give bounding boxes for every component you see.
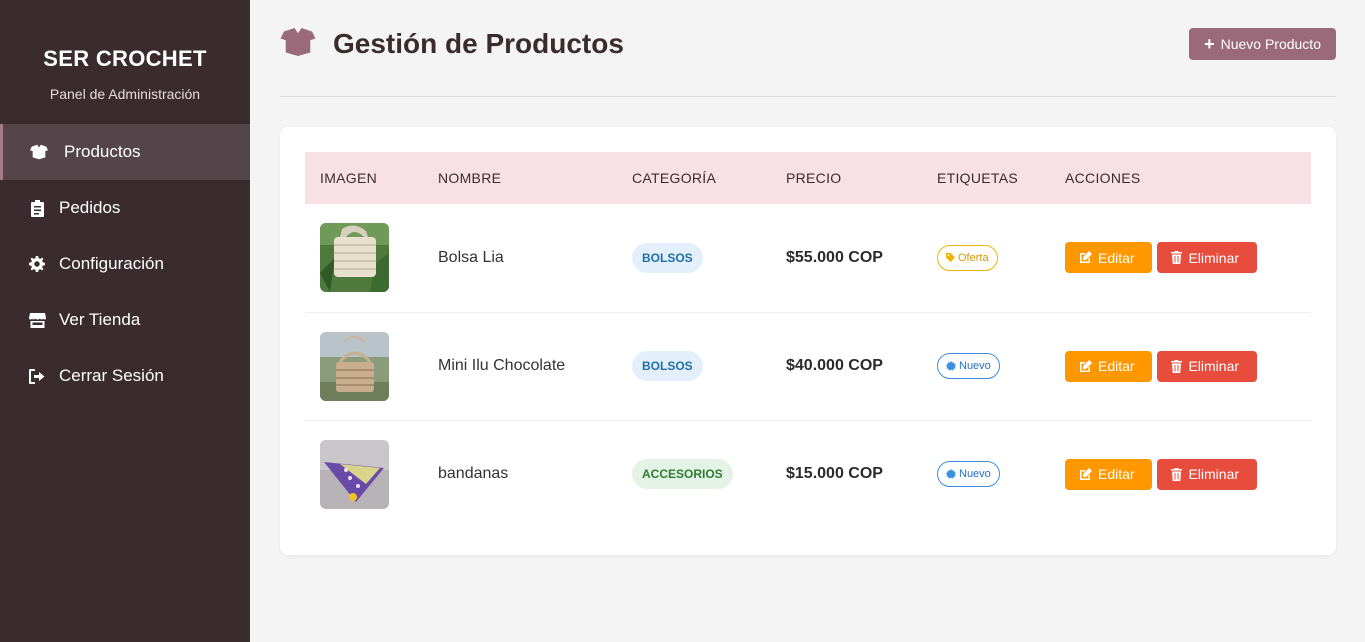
sidebar-item-label: Pedidos (59, 198, 121, 217)
image-cell (305, 420, 423, 528)
product-price: $40.000 COP (786, 357, 883, 374)
table-row: bandanas ACCESORIOS $15.000 COP Nuevo Ed… (305, 420, 1311, 528)
brand-subtitle: Panel de Administración (49, 86, 201, 102)
image-cell (305, 312, 423, 420)
table-row: Bolsa Lia BOLSOS $55.000 COP Oferta Edit… (305, 204, 1311, 312)
tag-icon (946, 253, 955, 263)
page-title-wrap: Gestión de Productos (280, 27, 624, 61)
sidebar-item-productos[interactable]: Productos (0, 124, 250, 180)
sidebar-item-label: Productos (64, 142, 141, 161)
sidebar-item-label: Ver Tienda (59, 310, 141, 329)
image-cell (305, 204, 423, 312)
edit-icon (1080, 359, 1092, 372)
product-name: Mini Ilu Chocolate (438, 357, 566, 374)
sidebar-item-configuracion[interactable]: Configuración (0, 236, 250, 292)
category-cell: ACCESORIOS (617, 420, 771, 528)
brand-title: SER CROCHET (43, 46, 207, 71)
category-cell: BOLSOS (617, 312, 771, 420)
table-row: Mini Ilu Chocolate BOLSOS $40.000 COP Nu… (305, 312, 1311, 420)
edit-button[interactable]: Editar (1065, 350, 1152, 382)
page-title: Gestión de Productos (333, 28, 624, 59)
delete-label: Eliminar (1188, 249, 1240, 266)
plus-icon: + (1204, 34, 1215, 54)
delete-button[interactable]: Eliminar (1157, 242, 1258, 274)
sign-out-icon (28, 367, 46, 385)
store-icon (28, 311, 46, 329)
product-price: $55.000 COP (786, 248, 883, 266)
trash-icon (1171, 467, 1183, 481)
tag-badge: Oferta (937, 244, 998, 271)
delete-label: Eliminar (1188, 358, 1240, 374)
tag-label: Oferta (958, 251, 989, 264)
actions-cell: Editar Eliminar (1050, 204, 1311, 312)
main-content: Gestión de Productos + Nuevo Producto IM… (280, 0, 1336, 555)
gear-icon (28, 255, 46, 273)
column-header: NOMBRE (438, 170, 502, 186)
product-image (320, 223, 389, 293)
tag-label: Nuevo (959, 360, 991, 372)
delete-label: Eliminar (1188, 466, 1240, 483)
tags-cell: Oferta (922, 204, 1050, 312)
product-name: bandanas (438, 465, 509, 483)
column-header: ETIQUETAS (937, 170, 1019, 186)
page-header: Gestión de Productos + Nuevo Producto (280, 0, 1336, 97)
edit-label: Editar (1098, 358, 1135, 374)
category-badge: BOLSOS (632, 351, 703, 381)
certificate-icon (946, 361, 956, 371)
sidebar-item-label: Configuración (59, 254, 164, 273)
tags-cell: Nuevo (922, 420, 1050, 528)
column-header: ACCIONES (1065, 170, 1141, 186)
sidebar-item-label: Cerrar Sesión (59, 366, 164, 385)
tag-badge: Nuevo (937, 461, 1000, 488)
new-product-button[interactable]: + Nuevo Producto (1189, 28, 1336, 60)
edit-button[interactable]: Editar (1065, 242, 1152, 274)
delete-button[interactable]: Eliminar (1157, 350, 1258, 382)
column-header: IMAGEN (320, 170, 378, 186)
category-cell: BOLSOS (617, 204, 771, 312)
products-card: IMAGEN NOMBRE CATEGORÍA PRECIO ETIQUETAS… (280, 127, 1336, 555)
brand: SER CROCHET Panel de Administración (0, 0, 250, 102)
actions-cell: Editar Eliminar (1050, 312, 1311, 420)
edit-icon (1080, 467, 1092, 480)
product-image (320, 439, 389, 509)
tag-badge: Nuevo (937, 353, 1000, 379)
edit-label: Editar (1098, 249, 1135, 266)
certificate-icon (946, 469, 956, 479)
product-price: $15.000 COP (786, 465, 883, 483)
box-open-icon (280, 27, 333, 61)
box-open-icon (30, 143, 48, 161)
product-image (320, 331, 389, 401)
sidebar-item-cerrar-sesion[interactable]: Cerrar Sesión (0, 348, 250, 404)
trash-icon (1171, 359, 1183, 373)
edit-icon (1080, 251, 1092, 264)
category-badge: ACCESORIOS (632, 459, 733, 490)
sidebar: SER CROCHET Panel de Administración Prod… (0, 0, 250, 642)
tags-cell: Nuevo (922, 312, 1050, 420)
tag-label: Nuevo (959, 468, 991, 481)
sidebar-item-ver-tienda[interactable]: Ver Tienda (0, 292, 250, 348)
category-badge: BOLSOS (632, 242, 703, 273)
column-header: CATEGORÍA (632, 170, 717, 186)
edit-label: Editar (1098, 466, 1135, 483)
product-name: Bolsa Lia (438, 248, 504, 266)
sidebar-nav: Productos Pedidos Configuración Ver Tien… (0, 124, 250, 404)
table-header-row: IMAGEN NOMBRE CATEGORÍA PRECIO ETIQUETAS… (305, 152, 1311, 204)
column-header: PRECIO (786, 170, 842, 186)
delete-button[interactable]: Eliminar (1157, 458, 1258, 490)
trash-icon (1171, 251, 1183, 265)
edit-button[interactable]: Editar (1065, 458, 1152, 490)
actions-cell: Editar Eliminar (1050, 420, 1311, 528)
sidebar-item-pedidos[interactable]: Pedidos (0, 180, 250, 236)
clipboard-icon (28, 199, 46, 217)
products-table: IMAGEN NOMBRE CATEGORÍA PRECIO ETIQUETAS… (305, 152, 1311, 528)
new-product-label: Nuevo Producto (1220, 36, 1321, 52)
